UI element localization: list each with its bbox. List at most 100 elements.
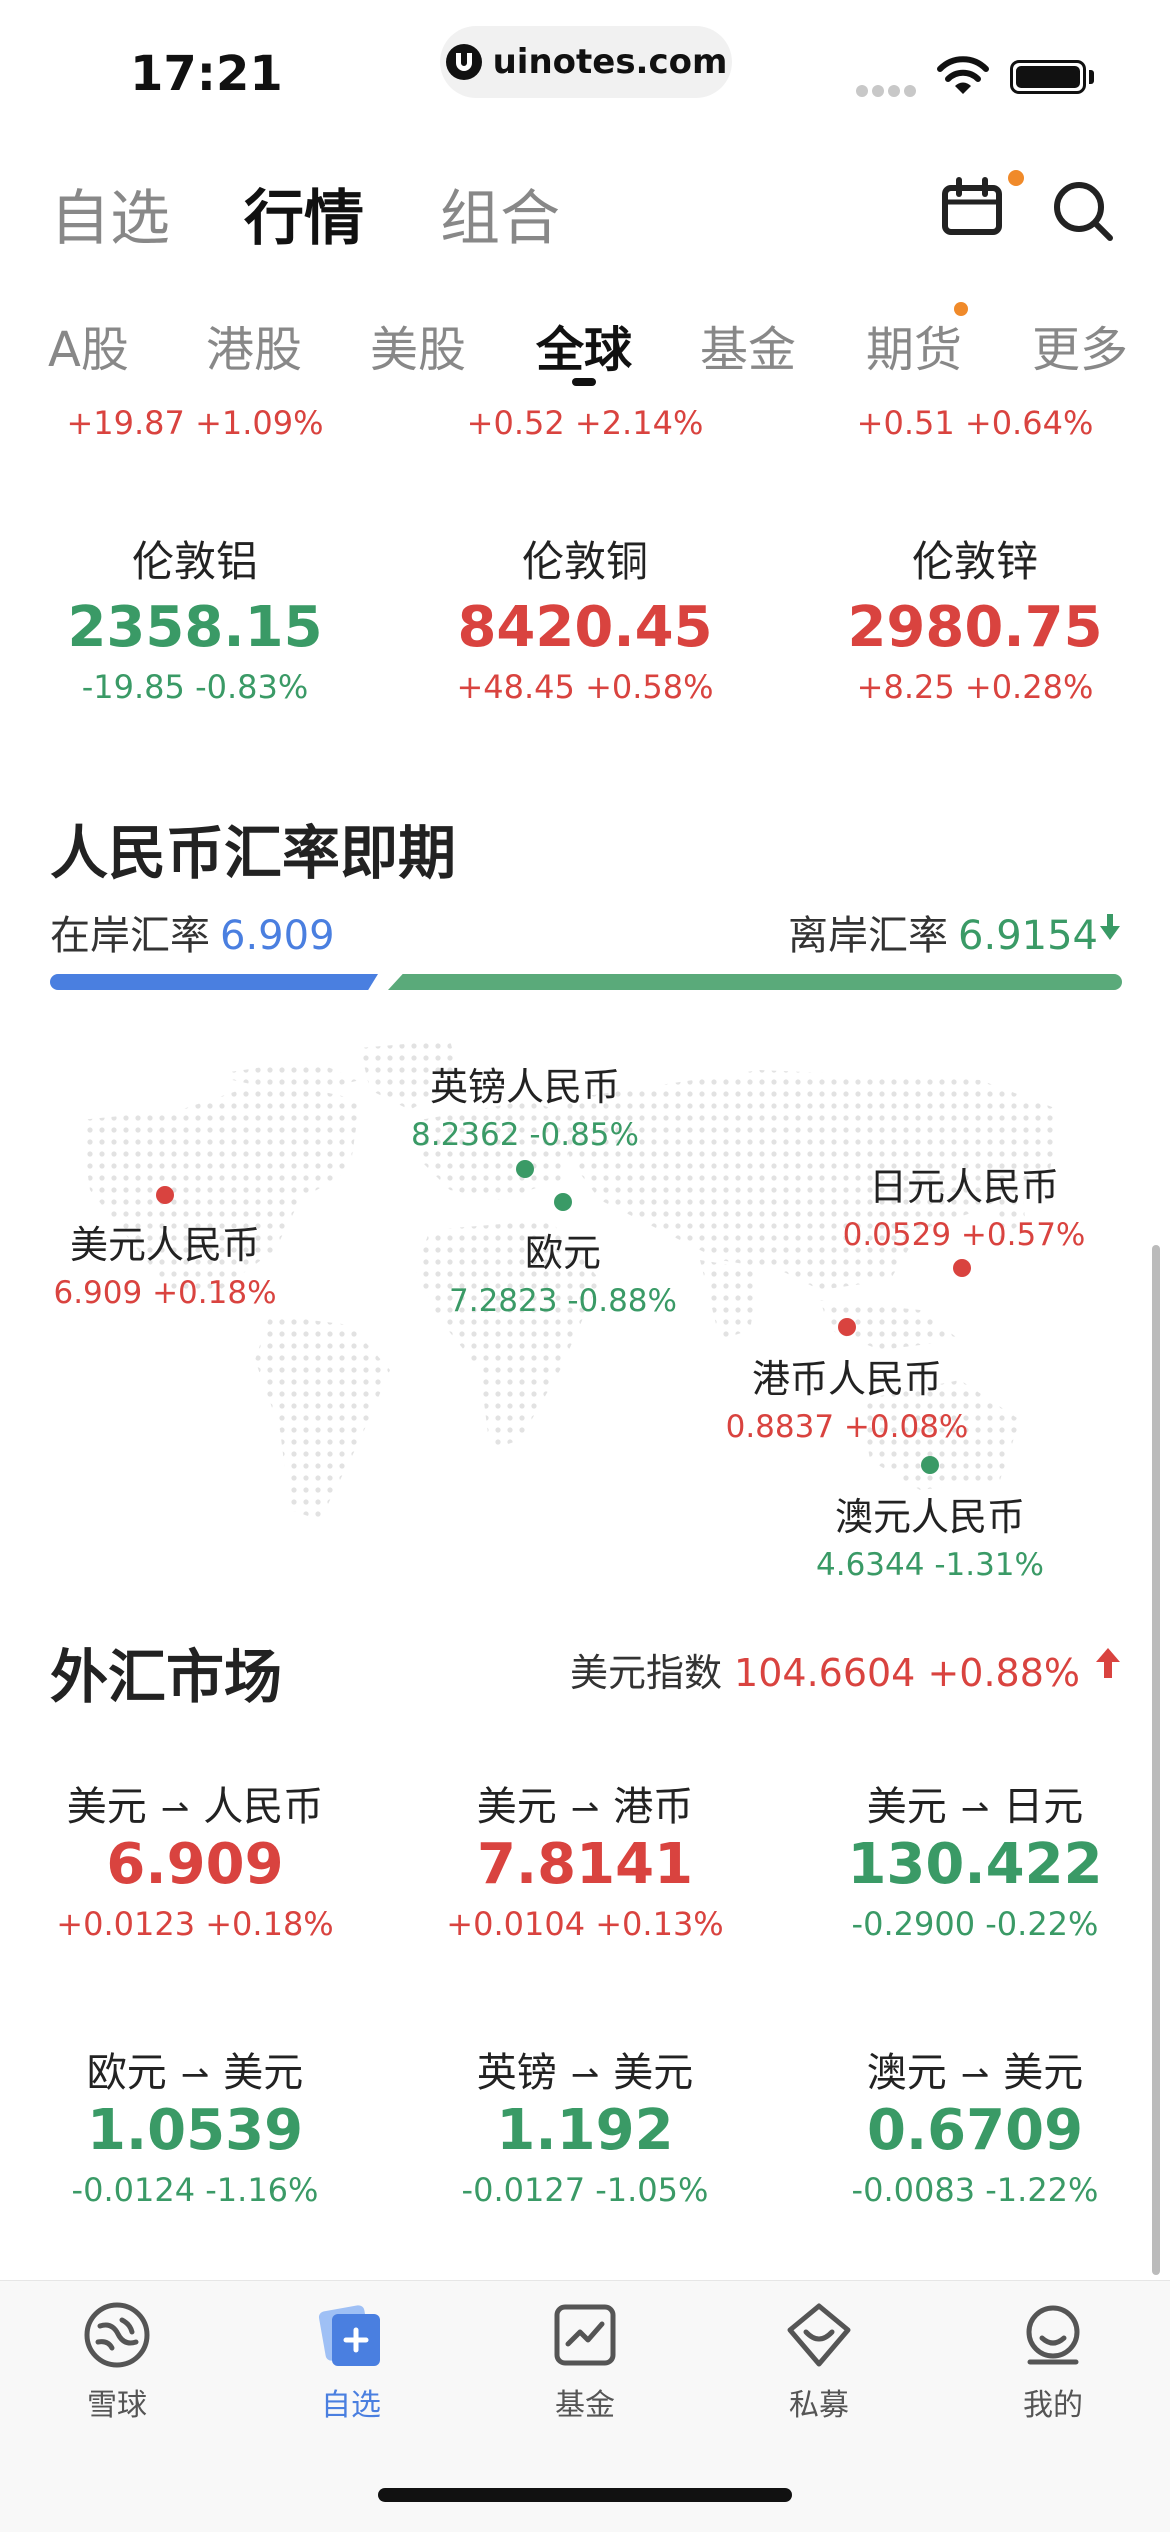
partial-quote-change: +0.52 +2.14% xyxy=(466,404,704,442)
partial-quote-change: +0.51 +0.64% xyxy=(856,404,1094,442)
usd-index-value: 104.6604 +0.88% xyxy=(734,1651,1080,1695)
tabbar-item-watchlist[interactable]: 自选 xyxy=(271,2300,431,2424)
forex-pair-aud-usd[interactable]: 澳元 ⇀ 美元 0.6709 -0.0083 -1.22% xyxy=(780,2040,1170,2209)
onshore-rate[interactable]: 在岸汇率 6.909 xyxy=(50,903,335,961)
home-indicator[interactable] xyxy=(378,2488,792,2502)
tab-watchlist[interactable]: 自选 xyxy=(50,170,170,257)
tabbar-label: 自选 xyxy=(321,2388,381,2423)
pair-change: -0.0127 -1.05% xyxy=(461,2171,709,2209)
subtab-hk-stocks[interactable]: 港股 xyxy=(206,310,302,380)
tab-portfolio[interactable]: 组合 xyxy=(440,170,560,257)
tabbar-item-snowball[interactable]: 雪球 xyxy=(37,2300,197,2424)
offshore-bar xyxy=(388,974,1122,990)
pair-change: -0.0083 -1.22% xyxy=(851,2171,1099,2209)
pair-value: 0.6709 xyxy=(866,2098,1084,2163)
map-rate-eur[interactable]: 欧元 7.2823 -0.88% xyxy=(403,1222,723,1319)
subtab-global[interactable]: 全球 xyxy=(536,310,632,380)
eur-map-marker xyxy=(554,1193,572,1211)
rmb-section-title: 人民币汇率即期 xyxy=(50,819,457,887)
fund-chart-icon xyxy=(554,2304,616,2366)
tabbar-label: 私募 xyxy=(789,2388,849,2423)
rate-value: 7.2823 -0.88% xyxy=(449,1283,677,1319)
pair-name: 美元 ⇀ 人民币 xyxy=(66,1784,324,1830)
url-pill[interactable]: uinotes.com xyxy=(440,26,732,98)
offshore-value: 6.9154 xyxy=(958,913,1098,959)
quote-value: 8420.45 xyxy=(457,595,713,660)
pair-name: 澳元 ⇀ 美元 xyxy=(866,2050,1084,2096)
tabbar-item-profile[interactable]: 我的 xyxy=(973,2300,1133,2424)
rate-name: 澳元人民币 xyxy=(834,1495,1025,1539)
usd-index-label: 美元指数 xyxy=(570,1651,723,1695)
usd-index[interactable]: 美元指数 104.6604 +0.88% xyxy=(570,1642,1080,1697)
subtab-more[interactable]: 更多 xyxy=(1032,310,1128,380)
pair-value: 130.422 xyxy=(847,1832,1103,1897)
tabbar-label: 雪球 xyxy=(87,2388,147,2423)
quote-change: -19.85 -0.83% xyxy=(81,668,309,706)
pair-name: 欧元 ⇀ 美元 xyxy=(86,2050,304,2096)
rate-name: 欧元 xyxy=(524,1231,601,1275)
private-fund-icon xyxy=(787,2303,851,2367)
pair-name: 美元 ⇀ 日元 xyxy=(866,1784,1084,1830)
quote-value: 2980.75 xyxy=(847,595,1103,660)
active-subtab-indicator xyxy=(572,378,596,386)
map-rate-usd[interactable]: 美元人民币 6.909 +0.18% xyxy=(5,1214,325,1311)
down-arrow-icon xyxy=(1100,914,1120,940)
quote-card-aluminum[interactable]: 伦敦铝 2358.15 -19.85 -0.83% xyxy=(0,528,390,706)
partial-quote-change: +19.87 +1.09% xyxy=(66,404,324,442)
scrollbar[interactable] xyxy=(1152,1245,1160,2275)
rate-name: 港币人民币 xyxy=(751,1357,942,1401)
forex-pair-usd-cny[interactable]: 美元 ⇀ 人民币 6.909 +0.0123 +0.18% xyxy=(0,1774,390,1943)
wifi-icon xyxy=(937,56,989,94)
tabbar-item-private-fund[interactable]: 私募 xyxy=(739,2300,899,2424)
map-rate-jpy[interactable]: 日元人民币 0.0529 +0.57% xyxy=(804,1156,1124,1253)
map-rate-gbp[interactable]: 英镑人民币 8.2362 -0.85% xyxy=(365,1056,685,1153)
rate-value: 0.8837 +0.08% xyxy=(725,1409,969,1445)
forex-pair-gbp-usd[interactable]: 英镑 ⇀ 美元 1.192 -0.0127 -1.05% xyxy=(390,2040,780,2209)
pair-value: 1.192 xyxy=(496,2098,674,2163)
gbp-map-marker xyxy=(516,1160,534,1178)
jpy-map-marker xyxy=(953,1259,971,1277)
battery-tip xyxy=(1089,70,1094,84)
forex-pair-usd-hkd[interactable]: 美元 ⇀ 港币 7.8141 +0.0104 +0.13% xyxy=(390,1774,780,1943)
offshore-rate[interactable]: 离岸汇率 6.9154 xyxy=(788,903,1098,961)
arrow-right-icon: ⇀ xyxy=(160,1789,190,1829)
quote-name: 伦敦锌 xyxy=(911,537,1038,586)
tabbar-item-funds[interactable]: 基金 xyxy=(505,2300,665,2424)
site-logo-icon xyxy=(445,44,482,80)
arrow-right-icon: ⇀ xyxy=(960,2055,990,2095)
quote-card-copper[interactable]: 伦敦铜 8420.45 +48.45 +0.58% xyxy=(390,528,780,706)
calendar-icon[interactable] xyxy=(940,176,1004,238)
offshore-label: 离岸汇率 xyxy=(788,913,949,959)
url-text: uinotes.com xyxy=(492,42,728,82)
cellular-signal-icon xyxy=(856,85,916,97)
search-icon[interactable] xyxy=(1050,178,1116,244)
map-rate-hkd[interactable]: 港币人民币 0.8837 +0.08% xyxy=(687,1348,1007,1445)
futures-notification-dot xyxy=(954,302,968,316)
up-arrow-icon xyxy=(1096,1648,1120,1678)
rate-name: 英镑人民币 xyxy=(429,1065,620,1109)
pair-change: +0.0104 +0.13% xyxy=(446,1905,724,1943)
rate-name: 日元人民币 xyxy=(868,1165,1059,1209)
rate-value: 0.0529 +0.57% xyxy=(842,1217,1086,1253)
pair-change: -0.2900 -0.22% xyxy=(851,1905,1099,1943)
forex-pair-usd-jpy[interactable]: 美元 ⇀ 日元 130.422 -0.2900 -0.22% xyxy=(780,1774,1170,1943)
pair-name: 美元 ⇀ 港币 xyxy=(476,1784,694,1830)
subtab-us-stocks[interactable]: 美股 xyxy=(370,310,466,380)
quote-card-zinc[interactable]: 伦敦锌 2980.75 +8.25 +0.28% xyxy=(780,528,1170,706)
rate-value: 6.909 +0.18% xyxy=(53,1275,277,1311)
rate-name: 美元人民币 xyxy=(69,1223,260,1267)
subtab-funds[interactable]: 基金 xyxy=(700,310,796,380)
subtab-futures[interactable]: 期货 xyxy=(866,310,962,380)
tab-market[interactable]: 行情 xyxy=(244,170,364,257)
profile-icon xyxy=(1026,2305,1080,2365)
arrow-right-icon: ⇀ xyxy=(960,1789,990,1829)
calendar-notification-dot xyxy=(1008,170,1024,186)
pair-change: +0.0123 +0.18% xyxy=(56,1905,334,1943)
pair-value: 7.8141 xyxy=(476,1832,694,1897)
map-rate-aud[interactable]: 澳元人民币 4.6344 -1.31% xyxy=(770,1486,1090,1583)
quote-name: 伦敦铝 xyxy=(131,537,258,586)
forex-pair-eur-usd[interactable]: 欧元 ⇀ 美元 1.0539 -0.0124 -1.16% xyxy=(0,2040,390,2209)
hkd-map-marker xyxy=(838,1318,856,1336)
subtab-a-shares[interactable]: A股 xyxy=(48,310,129,380)
onshore-bar xyxy=(50,974,378,990)
